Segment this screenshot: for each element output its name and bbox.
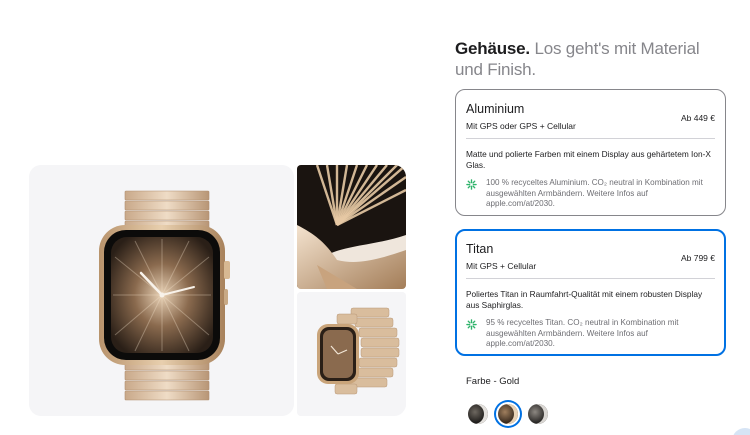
- card-title: Titan: [466, 242, 494, 256]
- color-swatches: [466, 402, 550, 426]
- option-card-titan[interactable]: Titan Mit GPS + Cellular Ab 799 € Polier…: [455, 229, 726, 356]
- card-header: Titan Mit GPS + Cellular Ab 799 €: [466, 241, 715, 279]
- watch-side-image[interactable]: [297, 292, 406, 416]
- color-label: Farbe - Gold: [466, 376, 520, 387]
- card-price: Ab 799 €: [680, 253, 715, 263]
- leaf-icon: [466, 319, 477, 330]
- card-header: Aluminium Mit GPS oder GPS + Cellular Ab…: [466, 101, 715, 139]
- section-header: Gehäuse. Los geht's mit Material und Fin…: [455, 38, 730, 80]
- card-title: Aluminium: [466, 102, 525, 116]
- eco-text: 100 % recyceltes Aluminium. CO₂ neutral …: [486, 178, 703, 208]
- card-price: Ab 449 €: [680, 113, 715, 123]
- swatch-natural[interactable]: [526, 402, 550, 426]
- swatch-gold[interactable]: [496, 402, 520, 426]
- card-description: Poliertes Titan in Raumfahrt-Qualität mi…: [466, 289, 703, 310]
- card-subtitle: Mit GPS + Cellular: [466, 261, 537, 271]
- swatch-fill: [468, 404, 488, 424]
- watch-closeup-image[interactable]: [297, 165, 406, 289]
- title-strong: Gehäuse.: [455, 39, 530, 58]
- card-subtitle: Mit GPS oder GPS + Cellular: [466, 121, 576, 131]
- section-title: Gehäuse. Los geht's mit Material und Fin…: [455, 38, 730, 80]
- watch-front-image[interactable]: [29, 165, 294, 416]
- card-description: Matte und polierte Farben mit einem Disp…: [466, 149, 711, 170]
- product-gallery: [0, 0, 430, 435]
- eco-info: 95 % recyceltes Titan. CO₂ neutral in Ko…: [466, 318, 715, 350]
- option-card-aluminium[interactable]: Aluminium Mit GPS oder GPS + Cellular Ab…: [455, 89, 726, 216]
- leaf-icon: [466, 179, 477, 190]
- chat-bubble-icon[interactable]: [732, 428, 750, 435]
- swatch-fill: [528, 404, 548, 424]
- eco-text: 95 % recyceltes Titan. CO₂ neutral in Ko…: [486, 318, 679, 348]
- eco-info: 100 % recyceltes Aluminium. CO₂ neutral …: [466, 178, 715, 210]
- swatch-slate[interactable]: [466, 402, 490, 426]
- swatch-fill: [498, 404, 518, 424]
